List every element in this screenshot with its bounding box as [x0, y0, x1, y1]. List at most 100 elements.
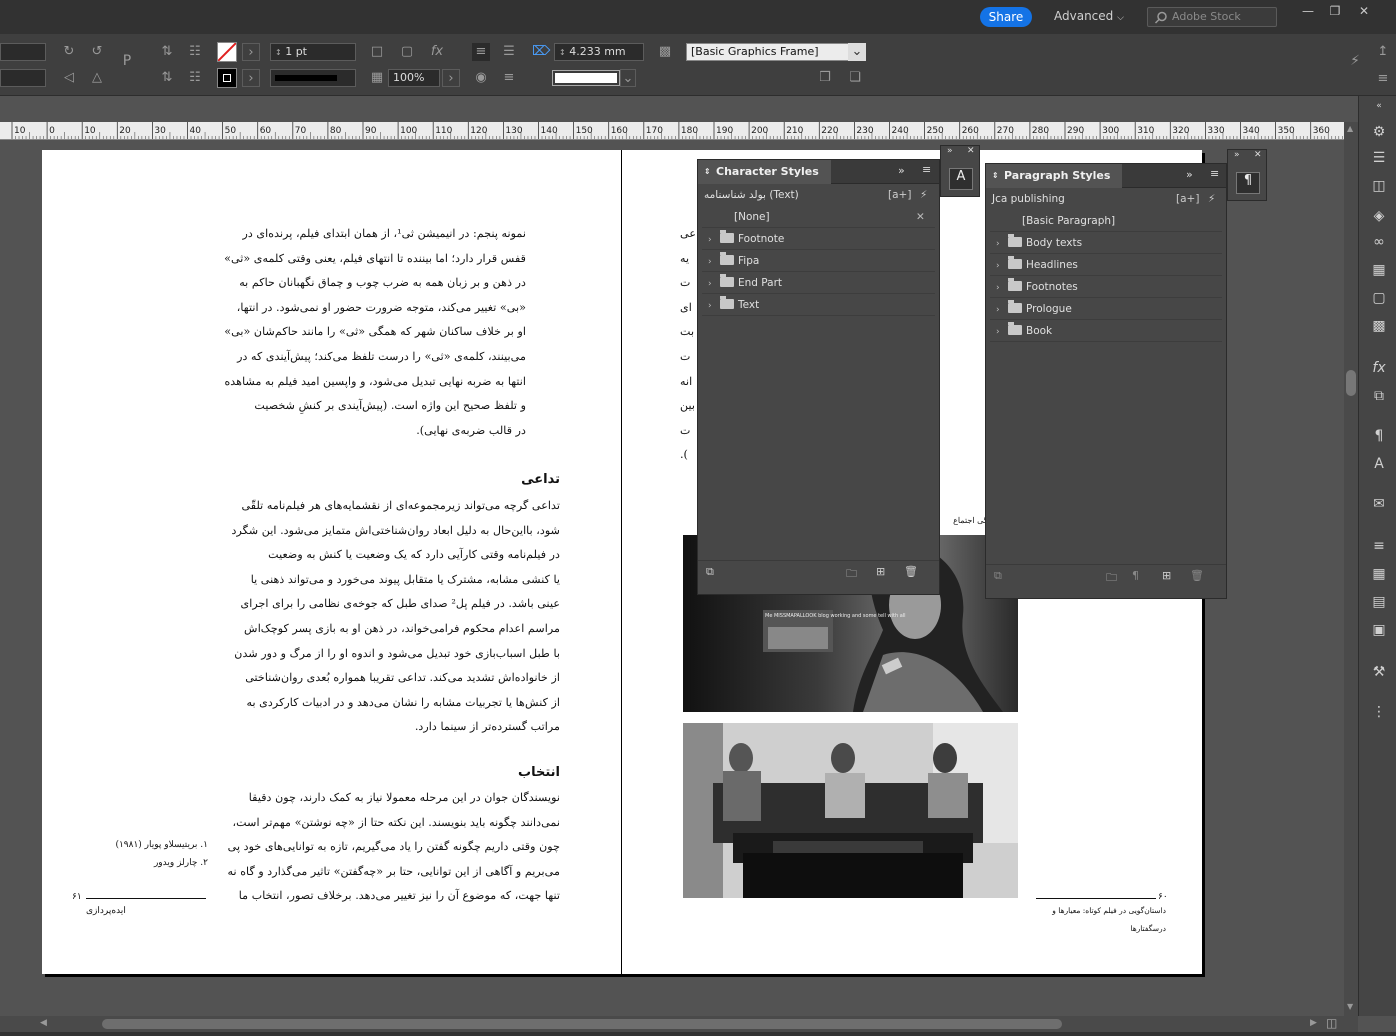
pages-icon[interactable]: ☰ [1369, 148, 1389, 168]
select-previous-icon[interactable]: ⇅ [158, 69, 176, 87]
transform-content-icon[interactable]: P [118, 52, 136, 70]
style-item[interactable]: › Headlines [990, 254, 1222, 276]
panel-menu-icon[interactable]: ≡ [922, 163, 931, 176]
panel-menu-icon[interactable]: ≡ [1374, 70, 1392, 88]
chevron-right-icon[interactable]: › [996, 255, 1008, 277]
paragraph-2[interactable]: تداعی گرچه می‌تواند زیرمجموعه‌ای از نقشم… [222, 494, 560, 740]
collapse-icon[interactable]: » [1234, 150, 1240, 160]
chevron-right-icon[interactable]: › [996, 277, 1008, 299]
flip-horizontal-icon[interactable]: ◁ [60, 69, 78, 87]
stroke-weight-field[interactable]: ↕ 1 pt [270, 43, 356, 61]
style-item[interactable]: › Footnote [702, 228, 935, 250]
lightning-icon[interactable]: ⚡ [1346, 52, 1364, 70]
effects-icon[interactable]: fx [1369, 358, 1389, 378]
fx-icon[interactable]: fx [428, 43, 446, 61]
cell-styles-icon[interactable]: ▣ [1369, 620, 1389, 640]
swatches-icon[interactable]: ▩ [1369, 316, 1389, 336]
more-panels-icon[interactable]: ⋮ [1369, 702, 1389, 722]
scroll-left-icon[interactable]: ◀ [40, 1018, 47, 1028]
corner-shape-icon[interactable]: ▢ [398, 43, 416, 61]
stroke-color-field[interactable] [552, 70, 620, 86]
stroke-swatch[interactable] [217, 68, 237, 88]
new-style-button-icon[interactable]: ⊞ [1162, 569, 1171, 582]
chevron-right-icon[interactable]: › [996, 321, 1008, 343]
panel-menu-icon[interactable]: ≡ [1210, 167, 1219, 180]
select-content-icon[interactable]: ☷ [186, 43, 204, 61]
chevron-right-icon[interactable]: › [708, 273, 720, 295]
offset-field[interactable]: ↕ 4.233 mm [554, 43, 644, 61]
rotate-ccw-icon[interactable]: ↺ [88, 43, 106, 61]
scroll-thumb[interactable] [102, 1019, 1062, 1029]
chevron-down-icon[interactable]: ⌄ [848, 43, 866, 61]
chevron-right-icon[interactable]: › [708, 295, 720, 317]
new-style-icon[interactable]: [a+] [888, 184, 911, 206]
stroke-icon[interactable]: ▦ [1369, 260, 1389, 280]
select-container-icon[interactable]: ❒ [816, 69, 834, 87]
share-button[interactable]: Share [980, 7, 1032, 27]
opacity-menu-arrow-icon[interactable]: › [442, 69, 460, 87]
frame-fitting-icon[interactable]: □ [368, 43, 386, 61]
new-group-icon[interactable]: 🗀 [1106, 569, 1117, 588]
chevron-right-icon[interactable]: › [996, 299, 1008, 321]
adobe-stock-search[interactable]: Adobe Stock [1147, 7, 1277, 27]
scroll-up-icon[interactable]: ▲ [1347, 124, 1353, 133]
style-item[interactable]: › End Part [702, 272, 935, 294]
object-style-icon[interactable]: ▩ [656, 43, 674, 61]
collapse-icon[interactable]: » [1186, 168, 1193, 181]
style-item[interactable]: › Footnotes [990, 276, 1222, 298]
rotate-cw-icon[interactable]: ↻ [60, 43, 78, 61]
select-content-icon[interactable]: ❏ [846, 69, 864, 87]
collapse-icon[interactable]: » [947, 146, 953, 156]
split-view-icon[interactable]: ◫ [1326, 1016, 1337, 1030]
properties-icon[interactable]: ⚙ [1369, 122, 1389, 142]
expand-panels-icon[interactable]: « [1369, 96, 1389, 116]
new-group-icon[interactable]: 🗀 [846, 565, 857, 584]
chevron-right-icon[interactable]: › [708, 229, 720, 251]
character-styles-icon[interactable]: A [1369, 454, 1389, 474]
reference-x-field[interactable] [0, 43, 46, 61]
table-icon[interactable]: ▦ [1369, 564, 1389, 584]
stroke-type-select[interactable] [270, 69, 356, 87]
text-wrap-jump-icon[interactable]: ≡ [500, 69, 518, 87]
close-icon[interactable]: ✕ [1254, 150, 1262, 160]
horizontal-scrollbar[interactable]: ◀ ▶ ◫ [0, 1016, 1358, 1032]
reference-point-icon[interactable]: ⌦ [532, 43, 550, 61]
load-styles-icon[interactable]: ⧉ [994, 569, 1002, 583]
text-wrap-icon[interactable]: ≡ [1369, 536, 1389, 556]
workspace-switcher[interactable]: Advanced ⌵ [1054, 9, 1124, 23]
layers-icon[interactable]: ◈ [1369, 206, 1389, 226]
paragraph-styles-tab[interactable]: ⇕ Paragraph Styles [986, 164, 1123, 188]
cc-libraries-icon[interactable]: ◫ [1369, 176, 1389, 196]
object-style-select[interactable]: [Basic Graphics Frame] [686, 43, 866, 61]
paragraph-styles-panel[interactable]: ⇕ Paragraph Styles » ≡ Jca publishing [a+… [985, 163, 1227, 599]
close-icon[interactable]: ✕ [967, 146, 975, 156]
fill-swatch-none[interactable] [217, 42, 237, 62]
collapse-icon[interactable]: » [898, 164, 905, 177]
load-styles-icon[interactable]: ⧉ [706, 565, 714, 579]
delete-icon[interactable]: 🗑 [904, 565, 918, 578]
select-next-icon[interactable]: ☷ [186, 69, 204, 87]
gradient-icon[interactable]: ▢ [1369, 288, 1389, 308]
new-style-icon[interactable]: [a+] [1176, 188, 1199, 210]
vertical-scrollbar[interactable]: ▲ ▼ [1344, 122, 1358, 1016]
character-styles-tab[interactable]: ⇕ Character Styles [698, 160, 831, 184]
paragraph-styles-icon[interactable]: ¶ [1236, 172, 1260, 194]
reference-y-field[interactable] [0, 69, 46, 87]
chevron-right-icon[interactable]: › [996, 233, 1008, 255]
style-item[interactable]: › Book [990, 320, 1222, 342]
opacity-field[interactable]: 100% [388, 69, 440, 87]
restore-button[interactable]: ❐ [1326, 4, 1344, 20]
chevron-right-icon[interactable]: › [708, 251, 720, 273]
delete-icon[interactable]: 🗑 [1190, 569, 1204, 582]
text-wrap-shape-icon[interactable]: ◉ [472, 69, 490, 87]
pin-icon[interactable]: ↥ [1374, 43, 1392, 61]
lightning-icon[interactable]: ⚡ [920, 184, 927, 206]
links-icon[interactable]: ∞ [1369, 232, 1389, 252]
character-styles-panel[interactable]: ⇕ Character Styles » ≡ بولد شناسنامه (Tex… [697, 159, 940, 595]
tools-icon[interactable]: ⚒ [1369, 662, 1389, 682]
text-wrap-none-icon[interactable]: ≡ [472, 43, 490, 61]
style-item[interactable]: [Basic Paragraph] [990, 210, 1222, 232]
style-item[interactable]: › Body texts [990, 232, 1222, 254]
minimize-button[interactable]: — [1299, 4, 1317, 20]
style-item[interactable]: › Text [702, 294, 935, 316]
